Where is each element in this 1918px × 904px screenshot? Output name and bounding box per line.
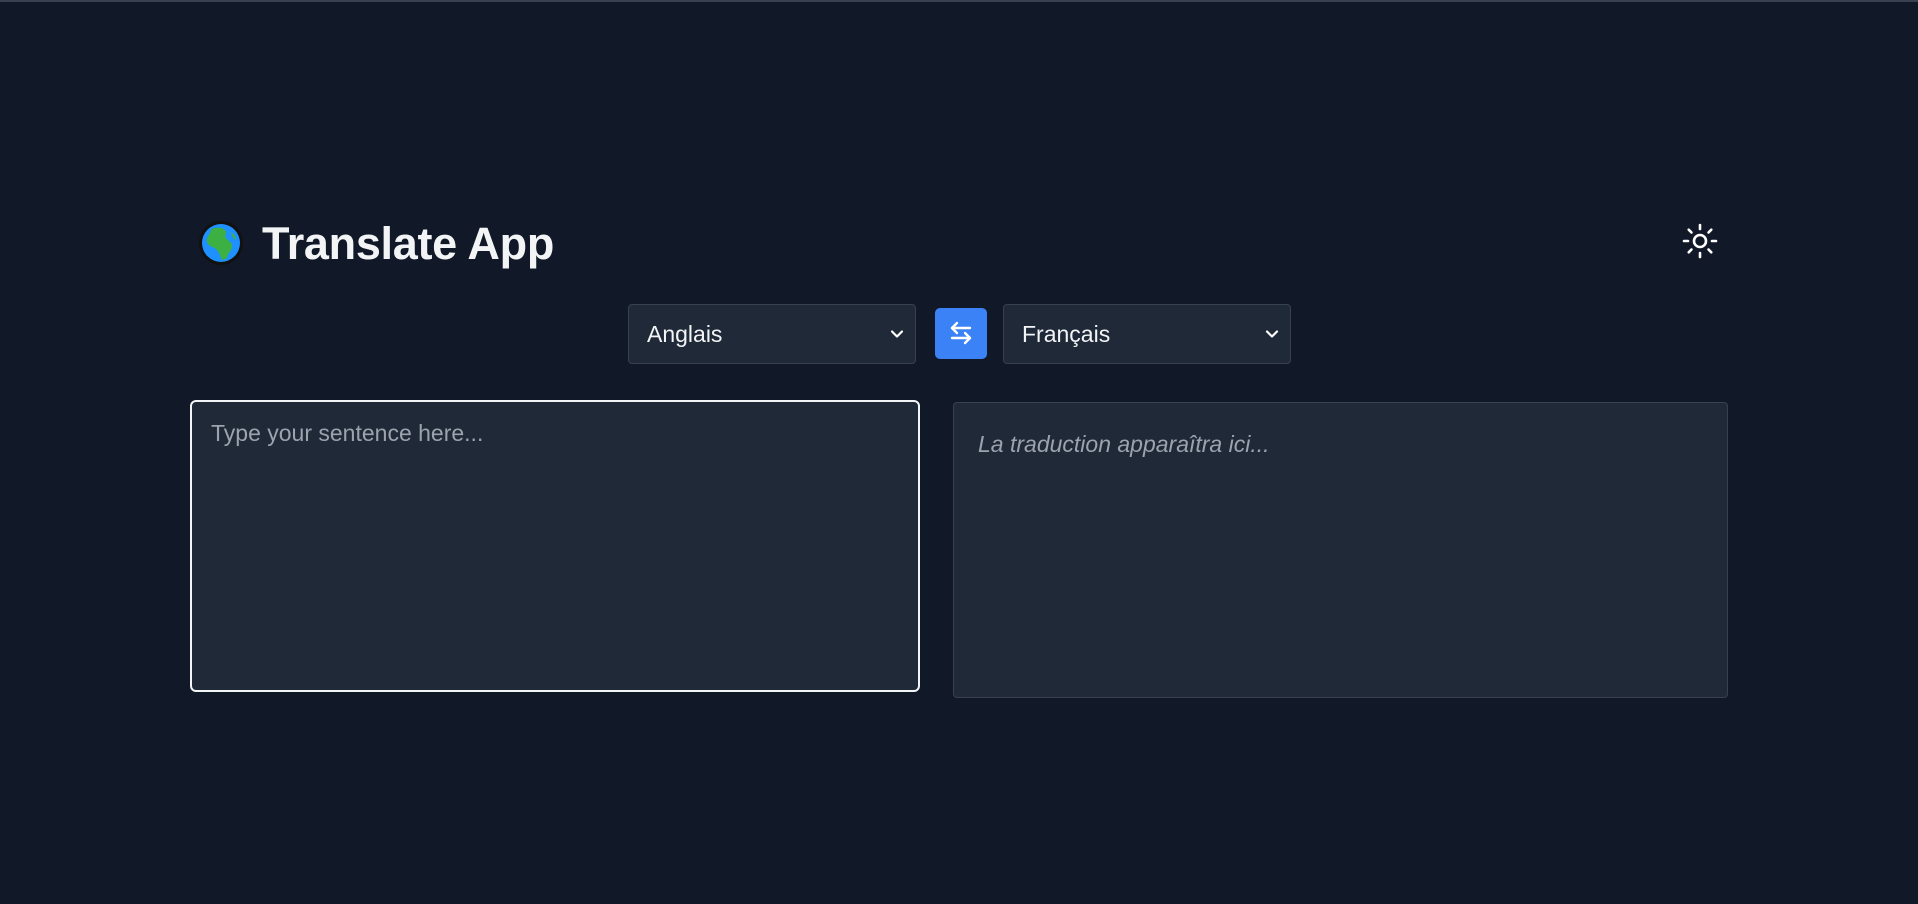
source-language-select[interactable]: Anglais <box>628 304 916 364</box>
translation-output: La traduction apparaîtra ici... <box>953 402 1728 698</box>
target-language-select[interactable]: Français <box>1003 304 1291 364</box>
sun-icon <box>1682 223 1718 259</box>
window-top-border <box>0 0 1918 2</box>
source-text-input[interactable] <box>190 400 920 692</box>
target-language-value: Français <box>1022 321 1111 347</box>
theme-toggle-button[interactable] <box>1680 221 1720 261</box>
swap-languages-button[interactable] <box>935 308 987 359</box>
swap-arrows-icon <box>950 321 972 345</box>
translation-output-placeholder: La traduction apparaîtra ici... <box>978 431 1270 457</box>
chevron-down-icon <box>890 330 904 338</box>
globe-africa-icon <box>199 221 243 265</box>
header: Translate App <box>190 212 1728 278</box>
chevron-down-icon <box>1265 330 1279 338</box>
source-language-value: Anglais <box>647 321 723 347</box>
app-container: Translate App Anglais Français Type your… <box>190 212 1728 698</box>
page-title: Translate App <box>262 218 555 269</box>
language-selector-row: Anglais Français <box>190 304 1728 364</box>
